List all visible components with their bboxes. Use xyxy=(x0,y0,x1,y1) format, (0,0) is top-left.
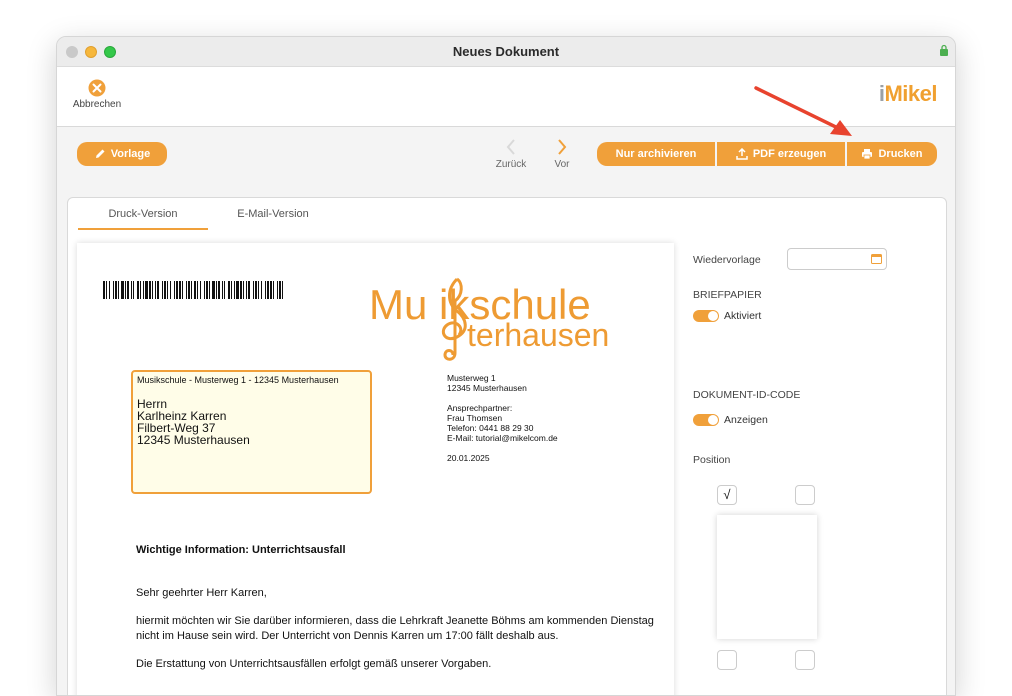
upload-icon xyxy=(736,148,748,160)
position-top-right-checkbox[interactable] xyxy=(795,485,815,505)
dokument-id-toggle[interactable] xyxy=(693,414,719,426)
drucken-button[interactable]: Drucken xyxy=(847,142,937,166)
briefpapier-toggle-row: Aktiviert xyxy=(693,310,761,322)
close-circle-icon xyxy=(88,79,106,97)
recipient-line: 12345 Musterhausen xyxy=(137,433,250,447)
treble-clef-icon xyxy=(441,277,467,361)
briefpapier-toggle[interactable] xyxy=(693,310,719,322)
letter-body: Wichtige Information: Unterrichtsausfall… xyxy=(136,543,666,685)
tab-druck-version[interactable]: Druck-Version xyxy=(78,208,208,230)
barcode xyxy=(103,281,283,299)
contact-block: Musterweg 1 12345 Musterhausen Ansprechp… xyxy=(447,373,558,463)
nur-archivieren-button[interactable]: Nur archivieren xyxy=(597,142,715,166)
chevron-left-icon xyxy=(506,139,515,155)
vor-button[interactable]: Vor xyxy=(542,138,582,170)
dokument-id-heading: DOKUMENT-ID-CODE xyxy=(693,389,801,401)
calendar-icon[interactable] xyxy=(871,254,882,264)
letter-subject: Wichtige Information: Unterrichtsausfall xyxy=(136,544,346,556)
printer-icon xyxy=(862,149,873,160)
position-page-preview xyxy=(717,515,817,639)
imikel-logo: iMikel xyxy=(878,81,938,106)
cancel-button[interactable]: Abbrechen xyxy=(71,79,123,110)
pencil-icon xyxy=(95,149,105,158)
position-label: Position xyxy=(693,454,731,466)
vorlage-button[interactable]: Vorlage xyxy=(77,142,167,166)
document-panel: Druck-Version E-Mail-Version Mu ikschule… xyxy=(67,197,947,695)
lock-icon xyxy=(940,44,948,56)
letter-salutation: Sehr geehrter Herr Karren, xyxy=(136,587,267,599)
sender-line: Musikschule - Musterweg 1 - 12345 Muster… xyxy=(137,375,339,385)
cancel-label: Abbrechen xyxy=(72,99,122,110)
title-bar: Neues Dokument xyxy=(57,37,955,67)
letter-paragraph: Die Erstattung von Unterrichtsausfällen … xyxy=(136,658,492,670)
letter-preview: Mu ikschule terhausen Musikschule - Must… xyxy=(77,243,674,695)
zurueck-button[interactable]: Zurück xyxy=(491,138,531,170)
pdf-erzeugen-button[interactable]: PDF erzeugen xyxy=(717,142,845,166)
tab-email-version[interactable]: E-Mail-Version xyxy=(208,208,338,230)
letter-date: 20.01.2025 xyxy=(447,453,490,463)
window-title: Neues Dokument xyxy=(452,44,560,59)
letter-paragraph: hiermit möchten wir Sie darüber informie… xyxy=(136,615,654,642)
dokument-id-toggle-row: Anzeigen xyxy=(693,414,768,426)
position-bottom-right-checkbox[interactable] xyxy=(795,650,815,670)
red-arrow-annotation xyxy=(754,86,852,136)
position-bottom-left-checkbox[interactable] xyxy=(717,650,737,670)
briefpapier-heading: BRIEFPAPIER xyxy=(693,289,762,301)
address-window[interactable]: Musikschule - Musterweg 1 - 12345 Muster… xyxy=(131,370,372,494)
chevron-right-icon xyxy=(558,139,567,155)
wiedervorlage-date-input[interactable] xyxy=(787,248,887,270)
position-top-left-checkbox[interactable]: √ xyxy=(717,485,737,505)
wiedervorlage-label: Wiedervorlage xyxy=(693,254,761,266)
